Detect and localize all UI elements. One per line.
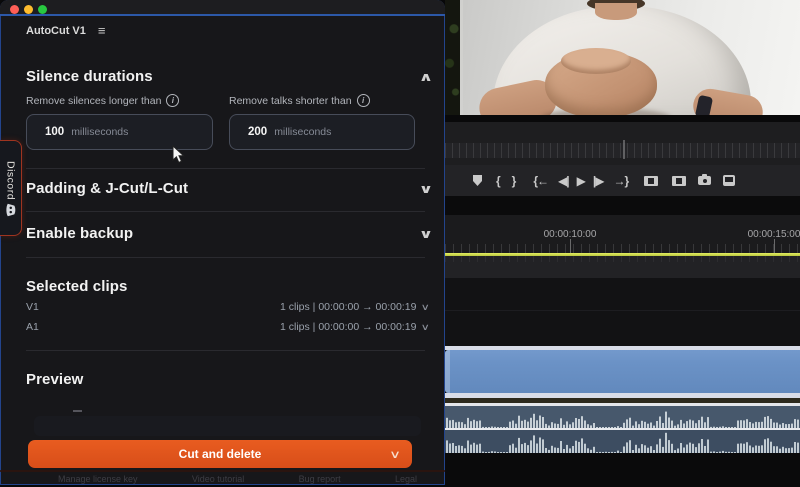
talks-shorter-label: Remove talks shorter than i	[229, 94, 370, 107]
mark-in-icon[interactable]: {	[496, 165, 500, 196]
timeline-gap	[445, 196, 800, 215]
panel-footer: Manage license key Video tutorial Bug re…	[58, 474, 417, 484]
screen: AutoCut V1 ≡ Silence durations ∧ Remove …	[0, 0, 800, 487]
chevron-down-icon[interactable]: ∨	[421, 302, 430, 313]
timeline-empty-area	[445, 453, 800, 487]
empty-video-track[interactable]	[445, 278, 800, 346]
chevron-down-icon[interactable]: ∨	[419, 182, 434, 196]
background-pipe	[460, 0, 463, 115]
window-focus-border	[0, 14, 445, 16]
chevron-up-icon[interactable]: ∧	[419, 70, 434, 84]
extract-icon	[672, 176, 686, 186]
footer-link[interactable]: Video tutorial	[192, 474, 244, 484]
monitor-scrub-zone[interactable]	[445, 122, 800, 165]
silence-longer-label: Remove silences longer than i	[26, 94, 179, 107]
comparison-view-icon	[723, 175, 735, 186]
clip-range-text: 1 clips | 00:00:00 → 00:00:19	[280, 321, 416, 333]
section-title-enable-backup[interactable]: Enable backup	[26, 225, 133, 242]
footer-link[interactable]: Legal	[395, 474, 417, 484]
menu-hamburger-icon[interactable]: ≡	[98, 24, 106, 37]
selected-clip-row-a1[interactable]: A1 1 clips | 00:00:00 → 00:00:19 ∨	[26, 321, 429, 333]
major-tick	[774, 239, 775, 253]
talks-shorter-label-text: Remove talks shorter than	[229, 95, 352, 107]
lift-icon	[644, 176, 658, 186]
talk-duration-input[interactable]: 200 milliseconds	[229, 114, 415, 150]
section-title-silence-durations[interactable]: Silence durations	[26, 68, 153, 85]
go-to-out-icon[interactable]: →}	[613, 165, 628, 196]
divider	[26, 350, 425, 351]
divider	[26, 211, 425, 212]
track-divider	[445, 310, 800, 311]
divider	[26, 257, 425, 258]
talk-duration-value: 200	[248, 126, 267, 138]
section-title-preview: Preview	[26, 371, 83, 388]
silence-longer-label-text: Remove silences longer than	[26, 95, 161, 107]
extract-icon[interactable]	[672, 165, 686, 196]
panel-title: AutoCut V1	[26, 25, 86, 37]
person-neck	[595, 3, 637, 20]
add-marker-icon[interactable]	[473, 165, 482, 196]
clip-range-text: 1 clips | 00:00:00 → 00:00:19	[280, 301, 416, 313]
major-tick	[570, 239, 571, 253]
info-icon[interactable]: i	[357, 94, 370, 107]
lift-icon[interactable]	[644, 165, 658, 196]
preview-loading-dash	[73, 410, 82, 412]
minimize-window-button[interactable]	[24, 5, 33, 14]
mark-out-icon[interactable]: }	[512, 165, 516, 196]
divider	[0, 470, 445, 472]
editor-area: {} {← ◀| ▶ |▶ →} 00:00:10:00 00:00:15:00	[445, 0, 800, 487]
info-icon[interactable]: i	[166, 94, 179, 107]
video-clip-v1[interactable]	[445, 350, 800, 393]
chevron-down-icon[interactable]: ∨	[419, 227, 434, 241]
transport-toolbar: {} {← ◀| ▶ |▶ →}	[445, 165, 800, 196]
track-label: A1	[26, 321, 39, 333]
chevron-down-icon[interactable]: ∨	[421, 322, 430, 333]
timeline-subruler-band	[445, 256, 800, 278]
timecode-label: 00:00:15:00	[719, 229, 800, 240]
step-forward-icon[interactable]: |▶	[593, 165, 604, 196]
selected-clip-row-v1[interactable]: V1 1 clips | 00:00:00 → 00:00:19 ∨	[26, 301, 429, 313]
talk-duration-unit: milliseconds	[274, 126, 331, 138]
mouse-cursor	[172, 145, 185, 164]
silence-duration-value: 100	[45, 126, 64, 138]
person-fingers	[561, 48, 631, 74]
panel-header: AutoCut V1 ≡	[26, 24, 105, 37]
program-monitor-video	[445, 0, 800, 115]
footer-link[interactable]: Bug report	[299, 474, 341, 484]
divider	[26, 168, 425, 169]
window-titlebar[interactable]	[0, 0, 445, 14]
background-plant	[445, 0, 460, 115]
section-title-padding-jcut[interactable]: Padding & J-Cut/L-Cut	[26, 180, 188, 197]
discord-tab-label: Discord	[5, 161, 17, 200]
close-window-button[interactable]	[10, 5, 19, 14]
audio-clip-a1-channel-1[interactable]	[445, 406, 800, 428]
export-frame-icon	[698, 176, 711, 185]
track-label: V1	[26, 301, 39, 313]
timeline-ruler[interactable]: 00:00:10:00 00:00:15:00	[445, 215, 800, 253]
step-back-icon[interactable]: ◀|	[558, 165, 569, 196]
maximize-window-button[interactable]	[38, 5, 47, 14]
export-frame-icon[interactable]	[698, 165, 711, 196]
discord-logo-icon	[6, 204, 16, 217]
cut-and-delete-button[interactable]: Cut and delete ∨	[28, 440, 412, 468]
silence-duration-unit: milliseconds	[71, 126, 128, 138]
autocut-window: AutoCut V1 ≡ Silence durations ∧ Remove …	[0, 0, 445, 485]
play-icon[interactable]: ▶	[577, 165, 585, 196]
cut-and-delete-label: Cut and delete	[179, 447, 262, 461]
audio-clip-a1-channel-2[interactable]	[445, 430, 800, 453]
preview-strip[interactable]	[34, 416, 421, 436]
discord-side-tab[interactable]: Discord	[0, 140, 22, 236]
add-marker-icon	[473, 175, 482, 186]
footer-link[interactable]: Manage license key	[58, 474, 138, 484]
comparison-view-icon[interactable]	[723, 165, 735, 196]
section-title-selected-clips: Selected clips	[26, 278, 127, 295]
monitor-frame-edge	[445, 115, 800, 122]
chevron-down-icon[interactable]: ∨	[389, 448, 401, 461]
ruler-ticks	[445, 244, 800, 253]
go-to-in-icon[interactable]: {←	[533, 165, 548, 196]
monitor-playhead[interactable]	[623, 140, 625, 159]
